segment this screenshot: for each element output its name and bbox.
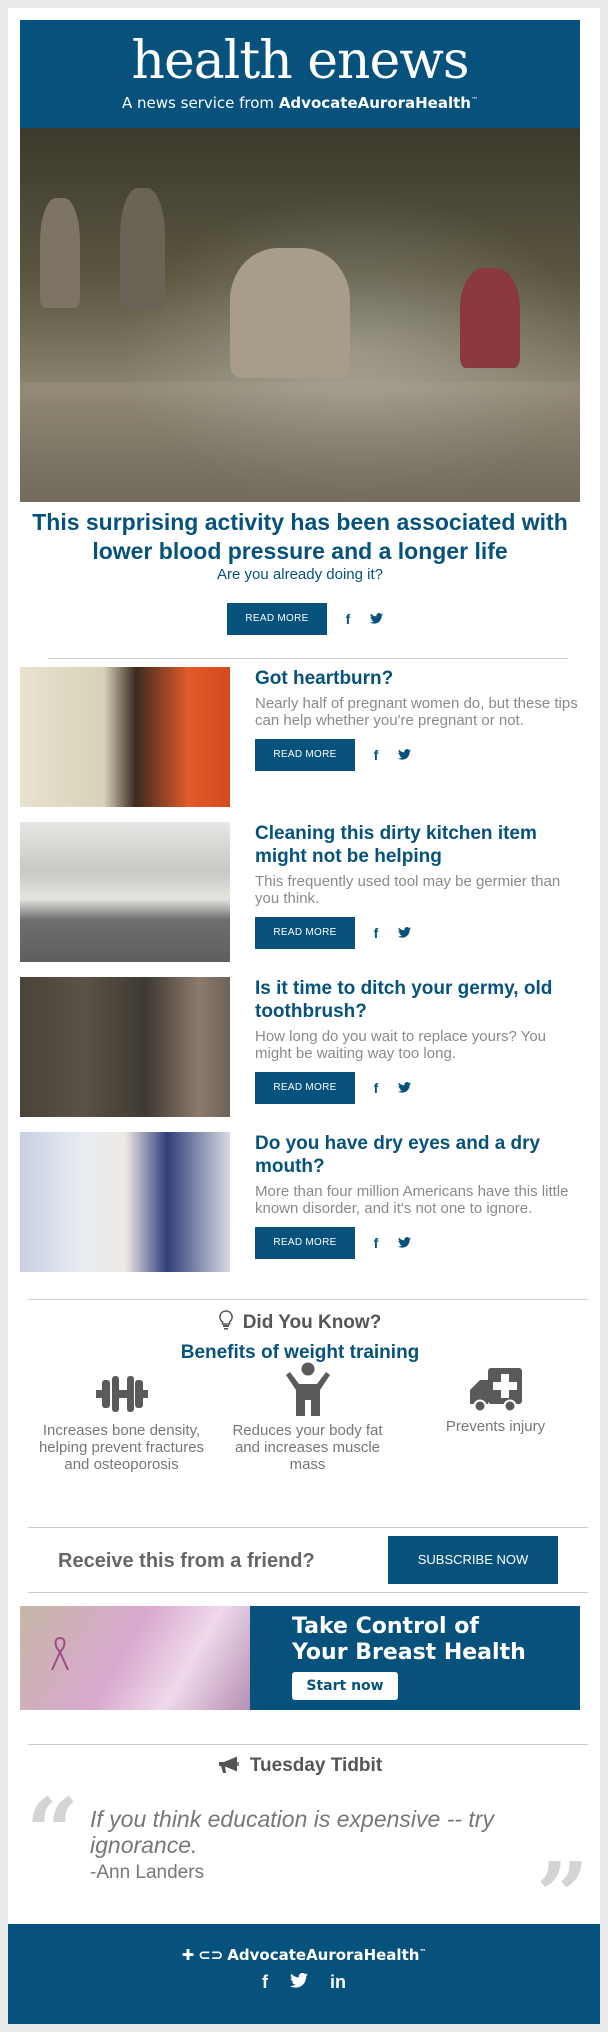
subscribe-now-button[interactable]: SUBSCRIBE NOW <box>388 1536 558 1584</box>
article-item: Got heartburn? Nearly half of pregnant w… <box>20 667 580 807</box>
lightbulb-icon <box>218 1310 233 1336</box>
tidbit-heading-row: Tuesday Tidbit <box>20 1755 580 1780</box>
dumbbell-icon <box>34 1372 209 1416</box>
read-more-button[interactable]: READ MORE <box>255 739 355 771</box>
twitter-icon[interactable] <box>397 925 411 941</box>
hero-read-more-button[interactable]: READ MORE <box>227 603 327 635</box>
article-item: Do you have dry eyes and a dry mouth? Mo… <box>20 1132 580 1282</box>
article-thumbnail[interactable] <box>20 667 230 807</box>
person-icon <box>220 1362 395 1416</box>
ad-photo <box>20 1606 250 1710</box>
benefit-text: Increases bone density, helping prevent … <box>38 1422 205 1473</box>
footer-logo[interactable]: ✚ ⊂⊃ AdvocateAuroraHealth™ <box>8 1946 600 1964</box>
link-logo-icon: ⊂⊃ <box>198 1946 224 1964</box>
article-title[interactable]: Is it time to ditch your germy, old toot… <box>255 977 580 1023</box>
twitter-icon[interactable] <box>290 1972 308 1993</box>
article-summary: Nearly half of pregnant women do, but th… <box>255 695 578 729</box>
twitter-icon[interactable] <box>369 611 383 627</box>
read-more-button[interactable]: READ MORE <box>255 1072 355 1104</box>
benefit-text: Reduces your body fat and increases musc… <box>232 1422 383 1473</box>
facebook-icon[interactable]: f <box>369 1235 383 1251</box>
article-item: Cleaning this dirty kitchen item might n… <box>20 822 580 962</box>
read-more-button[interactable]: READ MORE <box>255 1227 355 1259</box>
newsletter-subtitle: A news service from AdvocateAuroraHealth… <box>122 94 478 112</box>
article-title[interactable]: Do you have dry eyes and a dry mouth? <box>255 1132 580 1178</box>
article-thumbnail[interactable] <box>20 822 230 962</box>
did-you-know-heading: Did You Know? <box>242 1312 382 1333</box>
article-summary: This frequently used tool may be germier… <box>255 873 561 907</box>
divider <box>28 1299 588 1300</box>
cross-logo-icon: ✚ <box>181 1946 195 1964</box>
ribbon-icon <box>50 1636 70 1677</box>
newsletter-title: health enews <box>131 31 469 91</box>
benefit-item: Reduces your body fat and increases musc… <box>220 1362 395 1473</box>
twitter-icon[interactable] <box>397 747 411 763</box>
linkedin-icon[interactable]: in <box>330 1972 346 1993</box>
facebook-icon[interactable]: f <box>262 1972 268 1993</box>
benefit-item: Prevents injury <box>408 1368 583 1435</box>
article-title[interactable]: Got heartburn? <box>255 667 580 690</box>
hero-headline[interactable]: This surprising activity has been associ… <box>20 508 580 566</box>
tidbit-quote: If you think education is expensive -- t… <box>90 1806 494 1858</box>
hero-subtitle: Are you already doing it? <box>217 566 383 583</box>
article-summary: How long do you wait to replace yours? Y… <box>255 1028 547 1062</box>
megaphone-icon <box>218 1756 240 1780</box>
facebook-icon[interactable]: f <box>369 1080 383 1096</box>
divider <box>28 1744 588 1745</box>
ad-headline-line2: Your Breast Health <box>292 1640 526 1665</box>
article-item: Is it time to ditch your germy, old toot… <box>20 977 580 1117</box>
twitter-icon[interactable] <box>397 1080 411 1096</box>
article-title[interactable]: Cleaning this dirty kitchen item might n… <box>255 822 580 868</box>
facebook-icon[interactable]: f <box>369 747 383 763</box>
article-thumbnail[interactable] <box>20 977 230 1117</box>
hero-image[interactable] <box>20 128 580 502</box>
tidbit-author: -Ann Landers <box>90 1862 205 1883</box>
breast-health-ad-banner[interactable]: Take Control of Your Breast Health Start… <box>20 1606 580 1710</box>
start-now-button[interactable]: Start now <box>292 1672 398 1700</box>
tidbit-heading: Tuesday Tidbit <box>249 1755 383 1776</box>
header-banner[interactable]: health enews A news service from Advocat… <box>20 20 580 128</box>
article-thumbnail[interactable] <box>20 1132 230 1272</box>
subscribe-question: Receive this from a friend? <box>58 1550 315 1572</box>
open-quote-icon: “ <box>26 1778 79 1886</box>
ad-headline-line1: Take Control of <box>292 1614 479 1639</box>
benefit-text: Prevents injury <box>445 1418 546 1435</box>
divider <box>48 658 568 659</box>
facebook-icon[interactable]: f <box>341 611 355 627</box>
footer-social-links: f in <box>8 1972 600 1993</box>
footer: ✚ ⊂⊃ AdvocateAuroraHealth™ f in <box>8 1924 600 2024</box>
article-summary: More than four million Americans have th… <box>255 1183 569 1217</box>
did-you-know-subheading: Benefits of weight training <box>180 1342 420 1363</box>
benefit-item: Increases bone density, helping prevent … <box>34 1372 209 1473</box>
hero-actions: READ MORE f <box>227 603 383 635</box>
divider <box>28 1592 588 1593</box>
brand-name: AdvocateAuroraHealth <box>278 94 471 112</box>
subscribe-row: Receive this from a friend? SUBSCRIBE NO… <box>20 1536 580 1584</box>
ambulance-icon <box>408 1366 583 1412</box>
twitter-icon[interactable] <box>397 1235 411 1251</box>
divider <box>28 1527 588 1528</box>
read-more-button[interactable]: READ MORE <box>255 917 355 949</box>
did-you-know-section: Did You Know? Benefits of weight trainin… <box>20 1310 580 1364</box>
facebook-icon[interactable]: f <box>369 925 383 941</box>
